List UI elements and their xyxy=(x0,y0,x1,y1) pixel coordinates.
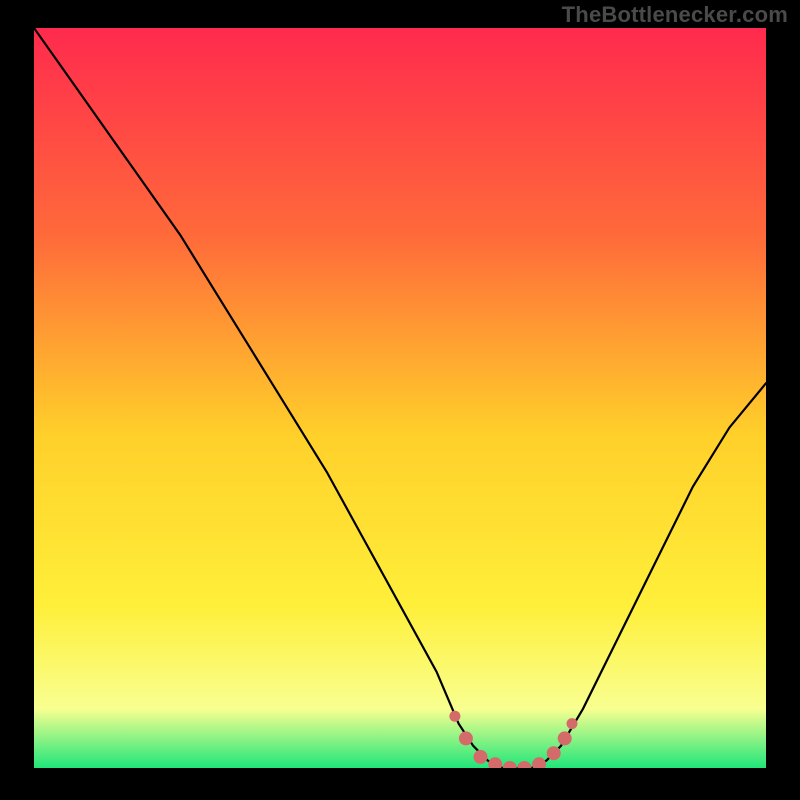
marker-dot xyxy=(547,746,561,760)
marker-dot xyxy=(474,750,488,764)
marker-dot xyxy=(459,731,473,745)
plot-area xyxy=(34,28,766,768)
chart-frame: TheBottlenecker.com xyxy=(0,0,800,800)
gradient-background xyxy=(34,28,766,768)
marker-dot xyxy=(567,718,578,729)
bottleneck-chart xyxy=(34,28,766,768)
watermark-text: TheBottlenecker.com xyxy=(562,2,788,28)
marker-dot xyxy=(449,711,460,722)
marker-dot xyxy=(558,731,572,745)
